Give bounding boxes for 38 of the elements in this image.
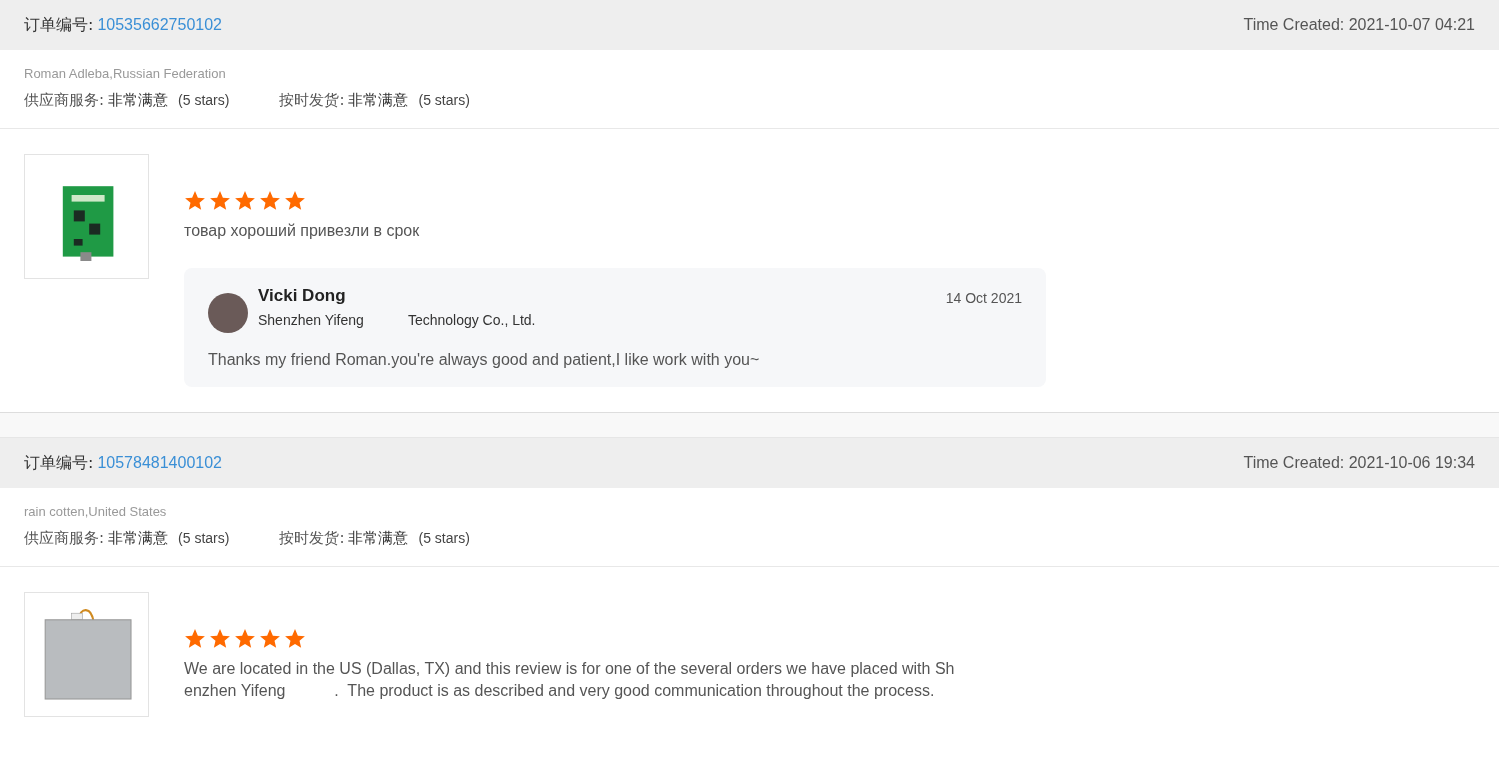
rating-value: 非常满意 [108, 529, 169, 548]
reply-text: Thanks my friend Roman.you're always good and patient,I like work with you~ [208, 351, 761, 369]
star-icon [209, 628, 231, 650]
buyer-name: Roman Adleba,Russian Federation [24, 66, 227, 81]
review-text: We are located in the US (Dallas, TX) and this review is for one of the several orders we have placed with Sh enzhen Yifeng . The product is as described and very good communication throughout the process. [184, 659, 955, 701]
reply-date: 14 Oct 2021 [945, 290, 1022, 306]
rating-label: 按时发货: [279, 91, 345, 110]
order-number-label: 订单编号: [24, 452, 94, 474]
rating-stars-text: (5 stars) [178, 92, 230, 108]
rating-stars-text: (5 stars) [418, 92, 470, 108]
rating-label: 供应商服务: [24, 91, 105, 110]
buyer-name: rain cotten,United States [24, 504, 168, 519]
star-icon [234, 628, 256, 650]
star-icon [184, 628, 206, 650]
star-icon [284, 190, 306, 212]
star-icon [259, 190, 281, 212]
rating-value: 非常满意 [348, 91, 409, 110]
time-created: Time Created: 2021-10-06 19:34 [1243, 454, 1475, 472]
company-name: Shenzhen Yifeng [258, 312, 364, 328]
rating-stars-text: (5 stars) [178, 530, 230, 546]
avatar-circle [208, 293, 248, 333]
time-created: Time Created: 2021-10-07 04:21 [1243, 16, 1475, 34]
star-icon [184, 190, 206, 212]
order-number-link[interactable]: 10535662750102 [97, 15, 222, 34]
order-number-label: 订单编号: [24, 14, 94, 36]
rating-label: 供应商服务: [24, 529, 105, 548]
rating-value: 非常满意 [348, 529, 409, 548]
star-icon [259, 628, 281, 650]
rating-label: 按时发货: [279, 529, 345, 548]
star-icon [234, 190, 256, 212]
company-name: Technology Co., Ltd. [407, 312, 536, 328]
review-text: товар хороший привезли в срок [184, 221, 421, 241]
order-number-link[interactable]: 10578481400102 [97, 453, 222, 472]
rating-stars-text: (5 stars) [418, 530, 470, 546]
star-icon [209, 190, 231, 212]
rating-value: 非常满意 [108, 91, 169, 110]
seller-name: Vicki Dong [258, 286, 347, 306]
star-icon [284, 628, 306, 650]
